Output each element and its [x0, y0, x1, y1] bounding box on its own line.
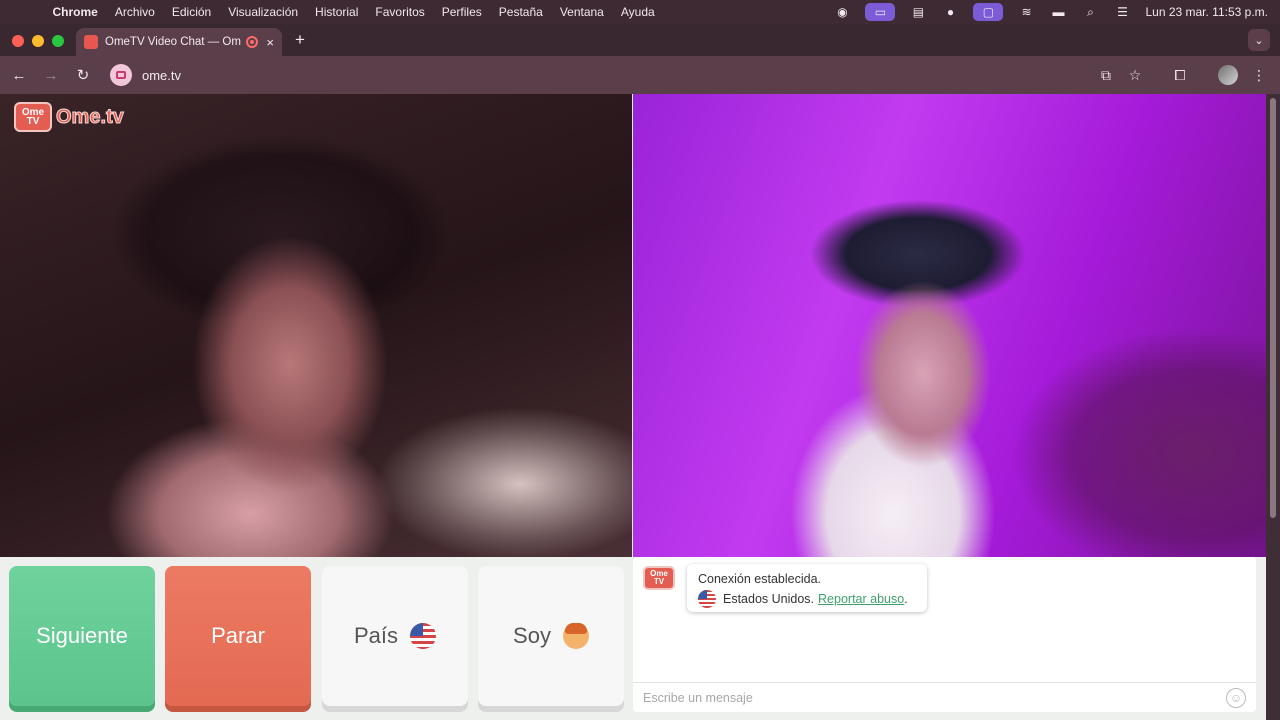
country-filter-button[interactable]: País	[322, 566, 468, 706]
profile-avatar[interactable]	[1218, 65, 1238, 85]
stop-button[interactable]: Parar	[165, 566, 311, 706]
country-button-label: País	[353, 623, 399, 648]
reload-icon[interactable]: ↻	[72, 65, 94, 85]
camera-site-info-icon[interactable]	[110, 64, 132, 86]
menu-archivo[interactable]: Archivo	[106, 5, 163, 19]
bookmark-star-icon[interactable]: ☆	[1124, 65, 1146, 85]
menu-visualizacion[interactable]: Visualización	[220, 5, 307, 19]
stop-button-label: Parar	[211, 623, 265, 648]
ometv-logo[interactable]: Ome TV Ome.tv	[14, 102, 124, 132]
page-scrollbar[interactable]	[1266, 94, 1280, 720]
macos-menu-bar: Chrome Archivo Edición Visualización His…	[0, 0, 1280, 24]
tab-close-button[interactable]: ×	[266, 35, 274, 50]
back-arrow-icon[interactable]: ←	[8, 65, 30, 85]
menu-perfiles[interactable]: Perfiles	[433, 5, 490, 19]
address-bar[interactable]: ome.tv	[104, 61, 1154, 89]
address-url[interactable]: ome.tv	[142, 68, 181, 83]
message-input-bar: ☺	[633, 682, 1256, 712]
system-message-bubble: Conexión establecida. Estados Unidos. Re…	[687, 564, 927, 612]
browser-toolbar: ← → ↻ ome.tv ⧉ ☆ ⧠ ⋮	[0, 56, 1280, 94]
menu-ventana[interactable]: Ventana	[551, 5, 612, 19]
ometv-tv-logo-icon: Ome TV	[14, 102, 52, 132]
chat-controls: Siguiente Parar País Soy	[0, 557, 632, 720]
us-flag-icon	[698, 590, 716, 608]
screen-share-icon[interactable]: ▭	[865, 3, 896, 21]
remote-video-feed	[633, 94, 1266, 557]
creative-cloud-icon[interactable]: ◉	[833, 3, 851, 21]
tab-search-chevron-down-icon[interactable]: ⌄	[1248, 29, 1270, 51]
display-icon[interactable]: ▤	[909, 3, 927, 21]
battery-icon[interactable]: ▬	[1049, 3, 1067, 21]
next-button[interactable]: Siguiente	[9, 566, 155, 706]
partner-country-text: Estados Unidos.	[723, 592, 815, 606]
local-video-feed: Ome TV Ome.tv	[0, 94, 632, 557]
chat-panel: Ome TV Conexión establecida. Estados Uni…	[633, 557, 1256, 712]
report-period: .	[904, 592, 908, 606]
next-button-label: Siguiente	[36, 623, 128, 648]
tab-title: OmeTV Video Chat — Om	[105, 36, 241, 48]
window-close-button[interactable]	[12, 35, 24, 47]
browser-tab-strip: OmeTV Video Chat — Om ×	[0, 24, 1280, 56]
window-zoom-button[interactable]	[52, 35, 64, 47]
wifi-icon[interactable]: ≋	[1017, 3, 1035, 21]
tab-ometv[interactable]: OmeTV Video Chat — Om ×	[76, 28, 282, 56]
menu-app-chrome[interactable]: Chrome	[44, 5, 106, 19]
menu-pestana[interactable]: Pestaña	[490, 5, 551, 19]
extensions-puzzle-icon[interactable]: ⧠	[1169, 65, 1191, 85]
menu-bar-clock[interactable]: Lun 23 mar. 11:53 p.m.	[1145, 5, 1268, 19]
install-app-icon[interactable]: ⧉	[1095, 65, 1117, 85]
report-abuse-link[interactable]: Reportar abuso	[818, 592, 904, 606]
recording-indicator-icon	[246, 36, 259, 48]
menu-bar-status-area: ◉ ▭ ▤ ● ▢ ≋ ▬ ⌕ ☰ Lun 23 mar. 11:53 p.m.	[833, 0, 1268, 24]
boy-face-icon	[562, 623, 589, 649]
ometv-page: Ome TV Ome.tv Siguiente Parar País Soy O…	[0, 94, 1266, 720]
forward-arrow-icon[interactable]: →	[40, 65, 62, 85]
user-icon[interactable]: ●	[941, 3, 959, 21]
connection-status-text: Conexión establecida.	[698, 572, 821, 586]
ometv-chat-logo-icon: Ome TV	[643, 566, 675, 590]
new-tab-button[interactable]: +	[290, 28, 310, 52]
gender-button-label: Soy	[513, 623, 551, 648]
message-input[interactable]	[643, 690, 1203, 705]
ometv-favicon-icon	[84, 35, 98, 49]
window-minimize-button[interactable]	[32, 35, 44, 47]
menu-ayuda[interactable]: Ayuda	[612, 5, 663, 19]
gender-select-button[interactable]: Soy	[478, 566, 624, 706]
menu-favoritos[interactable]: Favoritos	[367, 5, 433, 19]
spotlight-search-icon[interactable]: ⌕	[1081, 3, 1099, 21]
menu-historial[interactable]: Historial	[307, 5, 367, 19]
emoji-smiley-icon[interactable]: ☺	[1226, 688, 1246, 708]
control-center-icon[interactable]: ☰	[1113, 3, 1131, 21]
menu-edicion[interactable]: Edición	[163, 5, 219, 19]
ometv-logo-text: Ome.tv	[56, 105, 125, 128]
scrollbar-thumb[interactable]	[1270, 98, 1276, 518]
stage-manager-icon[interactable]: ▢	[973, 3, 1004, 21]
us-flag-icon	[410, 623, 437, 649]
kebab-menu-icon[interactable]: ⋮	[1248, 65, 1270, 85]
